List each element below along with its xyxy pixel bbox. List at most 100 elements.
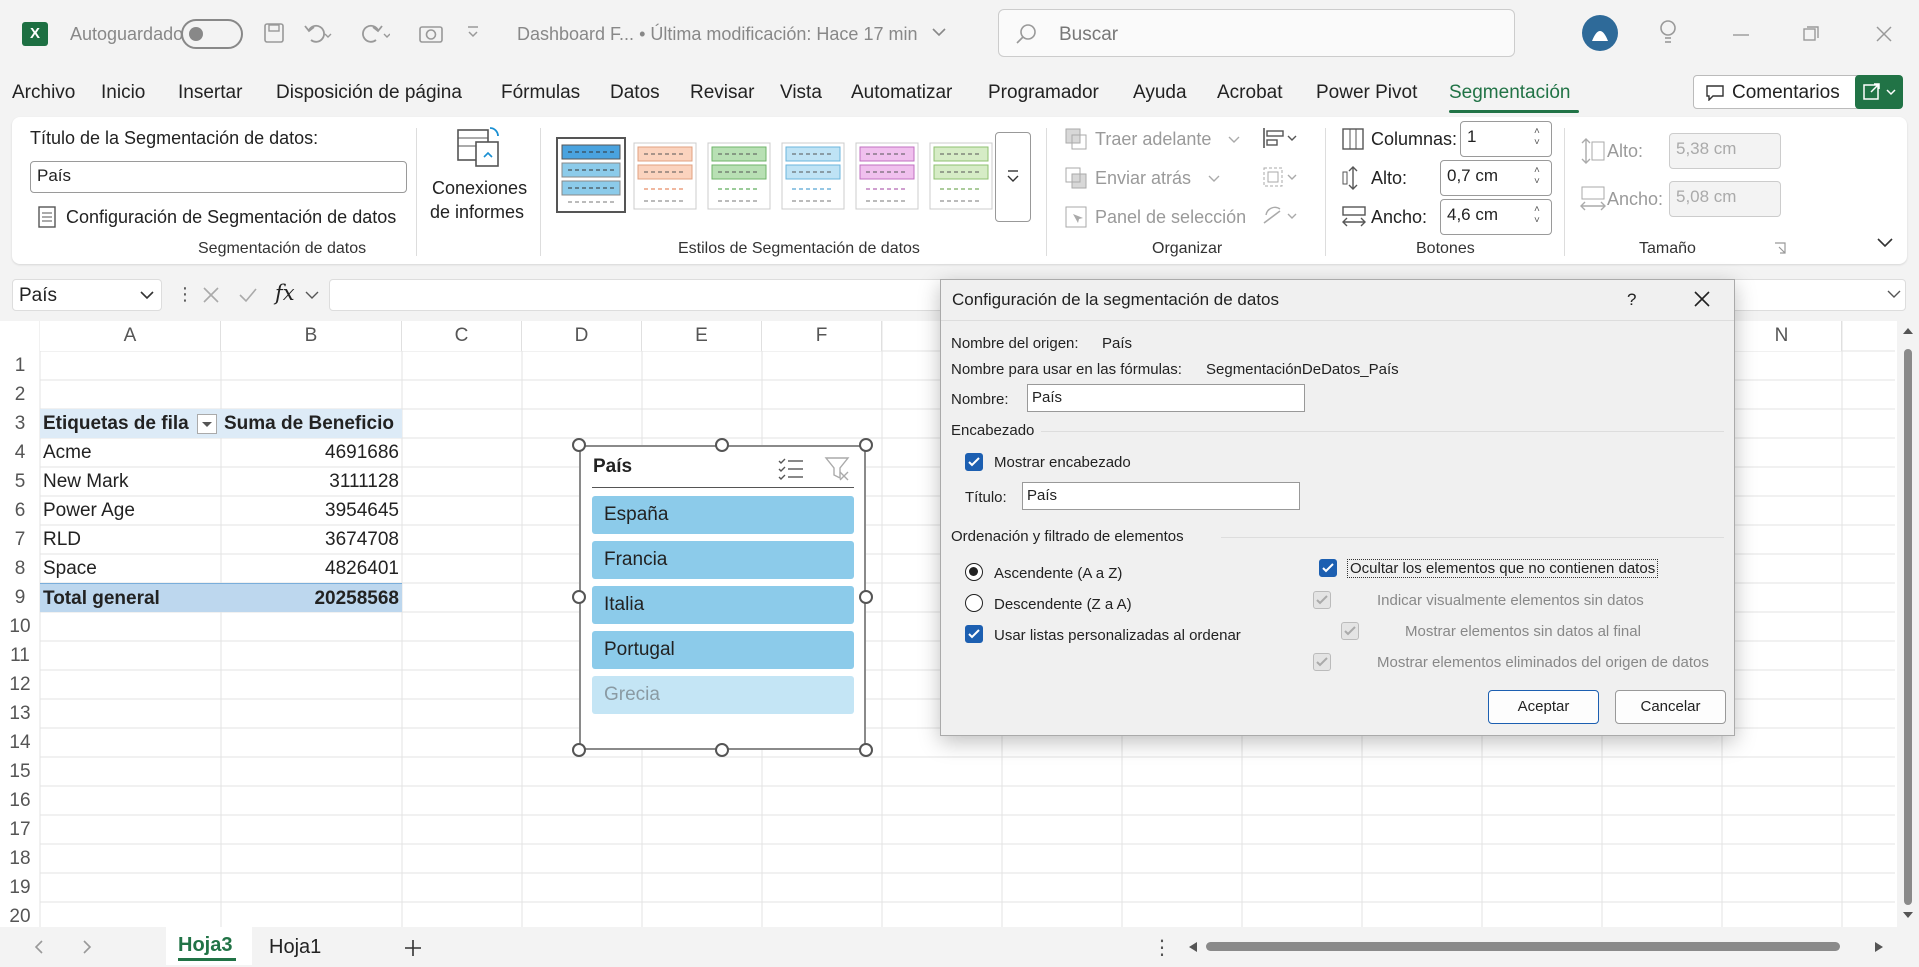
row-header[interactable]: 16	[0, 786, 40, 815]
tab-power-pivot[interactable]: Power Pivot	[1316, 82, 1417, 104]
indicate-no-data-checkbox[interactable]	[1313, 591, 1331, 609]
row-header[interactable]: 5	[0, 467, 40, 496]
title-field[interactable]: País	[1022, 482, 1300, 510]
slicer-style-purple[interactable]	[854, 139, 920, 211]
lightbulb-icon[interactable]	[1658, 18, 1678, 46]
ascending-radio[interactable]	[965, 563, 983, 581]
column-header[interactable]: F	[762, 321, 882, 351]
tab-disposicion[interactable]: Disposición de página	[276, 82, 462, 104]
show-deleted-label[interactable]: Mostrar elementos eliminados del origen …	[1377, 654, 1709, 671]
redo-icon[interactable]	[360, 22, 390, 44]
tab-segmentacion[interactable]: Segmentación	[1449, 82, 1570, 104]
slicer-style-lightgreen[interactable]	[928, 139, 994, 211]
slicer-caption-input[interactable]: País	[30, 161, 407, 193]
comments-button[interactable]: Comentarios	[1693, 75, 1864, 109]
ascending-label[interactable]: Ascendente (A a Z)	[994, 565, 1122, 582]
chevron-down-icon[interactable]	[305, 291, 319, 301]
cancel-button[interactable]: Cancelar	[1615, 690, 1726, 724]
pivot-row-value[interactable]: 3111128	[221, 467, 402, 496]
custom-lists-checkbox[interactable]	[965, 625, 983, 643]
clear-filter-icon[interactable]	[824, 456, 850, 482]
spinner-arrows-icon[interactable]: ˄ ˅	[1534, 165, 1540, 187]
bring-forward-button[interactable]: Traer adelante	[1095, 129, 1211, 150]
tab-insertar[interactable]: Insertar	[178, 82, 242, 104]
vertical-scrollbar[interactable]	[1897, 321, 1919, 927]
row-header[interactable]: 3	[0, 409, 40, 438]
customize-toolbar-icon[interactable]	[466, 24, 480, 40]
more-options-icon[interactable]: ⋮	[1152, 935, 1172, 960]
resize-handle[interactable]	[859, 743, 873, 757]
hide-no-data-label[interactable]: Ocultar los elementos que no contienen d…	[1347, 559, 1659, 578]
document-title[interactable]: Dashboard F... • Última modificación: Ha…	[517, 24, 917, 45]
row-header[interactable]: 2	[0, 380, 40, 409]
pivot-total-label[interactable]: Total general	[40, 583, 221, 612]
show-header-checkbox[interactable]	[965, 453, 983, 471]
chevron-down-icon[interactable]	[1208, 175, 1220, 183]
row-header[interactable]: 6	[0, 496, 40, 525]
row-header[interactable]: 15	[0, 757, 40, 786]
tab-programador[interactable]: Programador	[988, 82, 1099, 104]
pivot-row-value[interactable]: 3954645	[221, 496, 402, 525]
autosave-toggle[interactable]	[181, 19, 243, 49]
save-icon[interactable]	[263, 22, 285, 44]
slicer-settings-button[interactable]: Configuración de Segmentación de datos	[66, 207, 396, 228]
rotate-icon[interactable]	[1262, 205, 1300, 227]
descending-radio[interactable]	[965, 594, 983, 612]
sheet-tab-hoja3[interactable]: Hoja3	[166, 927, 252, 965]
add-sheet-icon[interactable]	[404, 939, 422, 957]
pivot-row-value[interactable]: 4691686	[221, 438, 402, 467]
more-options-icon[interactable]: ⋮	[176, 284, 194, 305]
share-button[interactable]	[1855, 75, 1903, 109]
send-backward-button[interactable]: Enviar atrás	[1095, 168, 1191, 189]
align-icon[interactable]	[1262, 127, 1300, 149]
camera-icon[interactable]	[418, 22, 444, 44]
shape-height-stepper[interactable]: 5,38 cm	[1669, 133, 1781, 169]
expand-formula-bar-icon[interactable]	[1887, 290, 1901, 300]
insert-function-icon[interactable]: fx	[275, 281, 295, 305]
row-header[interactable]: 4	[0, 438, 40, 467]
tab-datos[interactable]: Datos	[610, 82, 660, 104]
pivot-row-label[interactable]: RLD	[40, 525, 221, 554]
show-header-label[interactable]: Mostrar encabezado	[994, 454, 1131, 471]
tab-vista[interactable]: Vista	[780, 82, 822, 104]
scroll-left-icon[interactable]	[1188, 941, 1198, 953]
report-connections-label-2[interactable]: de informes	[430, 202, 524, 223]
pivot-row-label[interactable]: New Mark	[40, 467, 221, 496]
spinner-arrows-icon[interactable]: ˄ ˅	[1534, 204, 1540, 226]
report-connections-icon[interactable]	[456, 124, 502, 170]
scroll-right-icon[interactable]	[1874, 941, 1884, 953]
tab-inicio[interactable]: Inicio	[101, 82, 145, 104]
close-icon[interactable]	[1694, 291, 1710, 307]
show-deleted-checkbox[interactable]	[1313, 653, 1331, 671]
show-no-data-last-label[interactable]: Mostrar elementos sin datos al final	[1405, 623, 1641, 640]
tab-acrobat[interactable]: Acrobat	[1217, 82, 1282, 104]
column-header[interactable]: A	[40, 321, 221, 351]
chevron-down-icon[interactable]	[1228, 136, 1240, 144]
chevron-left-icon[interactable]	[34, 940, 44, 954]
row-header[interactable]: 19	[0, 873, 40, 902]
column-header[interactable]: B	[221, 321, 402, 351]
column-header[interactable]: N	[1722, 321, 1842, 351]
column-header[interactable]: D	[522, 321, 642, 351]
pivot-total-value[interactable]: 20258568	[221, 583, 402, 612]
chevron-down-icon[interactable]	[140, 291, 154, 301]
styles-gallery-more-button[interactable]	[995, 132, 1031, 222]
tab-formulas[interactable]: Fórmulas	[501, 82, 580, 104]
filter-dropdown-icon[interactable]	[197, 414, 217, 434]
collapse-ribbon-icon[interactable]	[1877, 238, 1893, 248]
cancel-formula-icon[interactable]	[202, 286, 220, 304]
horizontal-scrollbar-thumb[interactable]	[1206, 942, 1840, 951]
row-header[interactable]: 14	[0, 728, 40, 757]
tab-archivo[interactable]: Archivo	[12, 82, 75, 104]
pivot-row-label[interactable]: Acme	[40, 438, 221, 467]
resize-handle[interactable]	[715, 438, 729, 452]
slicer-style-green[interactable]	[706, 139, 772, 211]
slicer-item[interactable]: España	[592, 496, 854, 534]
row-header[interactable]: 7	[0, 525, 40, 554]
pivot-row-label[interactable]: Space	[40, 554, 221, 583]
pivot-row-value[interactable]: 3674708	[221, 525, 402, 554]
multi-select-icon[interactable]	[778, 457, 804, 481]
row-header[interactable]: 8	[0, 554, 40, 583]
hide-no-data-checkbox[interactable]	[1319, 559, 1337, 577]
shape-width-stepper[interactable]: 5,08 cm	[1669, 181, 1781, 217]
